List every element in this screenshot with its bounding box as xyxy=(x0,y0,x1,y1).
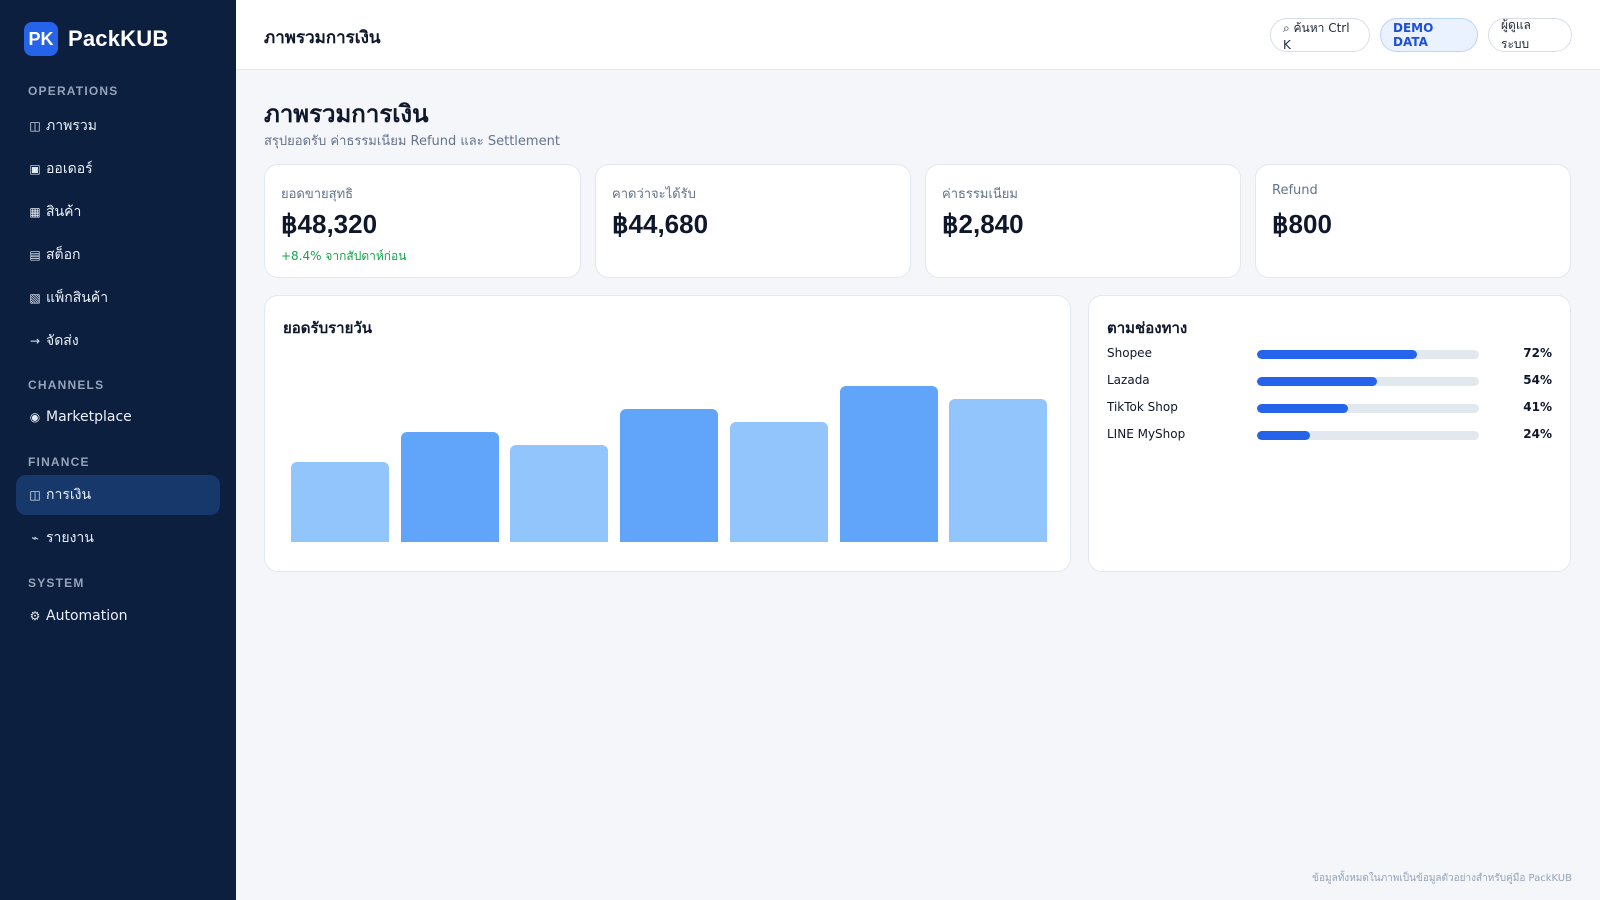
sidebar-item-stock[interactable]: ▤ สต็อก xyxy=(16,235,220,275)
kpi-value: ฿48,320 xyxy=(281,209,378,239)
bar-day-6 xyxy=(840,386,938,542)
sidebar-item-label: ออเดอร์ xyxy=(46,161,93,177)
topbar: ภาพรวมการเงิน ⌕ ค้นหา Ctrl K DEMO DATA ผ… xyxy=(236,0,1600,70)
overview-icon: ◫ xyxy=(29,119,41,133)
bar-day-3 xyxy=(510,445,608,542)
section-system: SYSTEM xyxy=(28,576,85,590)
bar-chart xyxy=(291,352,1047,542)
channel-percent: 54% xyxy=(1523,373,1552,387)
sidebar-item-label: Automation xyxy=(46,608,128,624)
kpi-card-net-sales: ยอดขายสุทธิ ฿48,320 +8.4% จากสัปดาห์ก่อน xyxy=(264,164,581,278)
user-menu-button[interactable]: ผู้ดูแลระบบ xyxy=(1488,18,1572,52)
orders-icon: ▣ xyxy=(29,162,41,176)
channel-progress-fill xyxy=(1257,431,1311,440)
kpi-label: ยอดขายสุทธิ xyxy=(281,187,354,202)
channel-progress-fill xyxy=(1257,350,1417,359)
sidebar-item-packing[interactable]: ▧ แพ็กสินค้า xyxy=(16,278,220,318)
bar-day-1 xyxy=(291,462,389,542)
section-operations: OPERATIONS xyxy=(28,84,119,98)
sidebar-item-products[interactable]: ▦ สินค้า xyxy=(16,192,220,232)
demo-data-badge[interactable]: DEMO DATA xyxy=(1380,18,1478,52)
channel-row-lazada: Lazada 54% xyxy=(1107,371,1552,391)
sidebar-item-orders[interactable]: ▣ ออเดอร์ xyxy=(16,149,220,189)
kpi-change: +8.4% จากสัปดาห์ก่อน xyxy=(281,249,407,263)
sidebar-item-label: จัดส่ง xyxy=(46,333,79,349)
finance-icon: ◫ xyxy=(29,488,41,502)
brand-name: PackKUB xyxy=(68,26,169,51)
channel-name: LINE MyShop xyxy=(1107,427,1186,441)
brand-logo: PK xyxy=(24,22,58,56)
channel-progress-bar xyxy=(1257,377,1479,386)
sidebar-item-label: ภาพรวม xyxy=(46,118,97,134)
channel-progress-bar xyxy=(1257,431,1479,440)
kpi-value: ฿800 xyxy=(1272,209,1332,239)
page-subtitle: สรุปยอดรับ ค่าธรรมเนียม Refund และ Settl… xyxy=(264,134,560,149)
channel-name: Lazada xyxy=(1107,373,1150,387)
bar-day-2 xyxy=(401,432,499,542)
kpi-label: คาดว่าจะได้รับ xyxy=(612,187,696,202)
channel-row-line-myshop: LINE MyShop 24% xyxy=(1107,425,1552,445)
sidebar-item-marketplace[interactable]: ◉ Marketplace xyxy=(16,397,220,437)
kpi-label: Refund xyxy=(1272,183,1318,198)
sidebar-item-label: แพ็กสินค้า xyxy=(46,290,109,306)
panel-title: ตามช่องทาง xyxy=(1107,319,1188,337)
search-button[interactable]: ⌕ ค้นหา Ctrl K xyxy=(1270,18,1370,52)
kpi-label: ค่าธรรมเนียม xyxy=(942,187,1018,202)
section-finance: FINANCE xyxy=(28,455,90,469)
channels-panel: ตามช่องทาง Shopee 72% Lazada 54% TikTok … xyxy=(1088,295,1571,572)
packing-icon: ▧ xyxy=(29,291,41,305)
bar-day-4 xyxy=(620,409,718,542)
kpi-value: ฿44,680 xyxy=(612,209,709,239)
channel-progress-fill xyxy=(1257,404,1349,413)
kpi-card-fees: ค่าธรรมเนียม ฿2,840 xyxy=(925,164,1241,278)
sidebar-item-label: รายงาน xyxy=(46,530,94,546)
kpi-card-expected: คาดว่าจะได้รับ ฿44,680 xyxy=(595,164,911,278)
brand[interactable]: PK PackKUB xyxy=(24,22,168,56)
panel-title: ยอดรับรายวัน xyxy=(283,319,373,337)
channel-percent: 72% xyxy=(1523,346,1552,360)
sidebar-item-label: Marketplace xyxy=(46,409,132,425)
channel-row-tiktok-shop: TikTok Shop 41% xyxy=(1107,398,1552,418)
channel-progress-bar xyxy=(1257,350,1479,359)
sidebar-item-label: สินค้า xyxy=(46,204,82,220)
bar-day-7 xyxy=(949,399,1047,542)
channel-progress-bar xyxy=(1257,404,1479,413)
marketplace-icon: ◉ xyxy=(29,410,41,424)
kpi-card-refund: Refund ฿800 xyxy=(1255,164,1571,278)
channel-row-shopee: Shopee 72% xyxy=(1107,344,1552,364)
stock-icon: ▤ xyxy=(29,248,41,262)
kpi-value: ฿2,840 xyxy=(942,209,1024,239)
sidebar-item-report[interactable]: ⌁ รายงาน xyxy=(16,518,220,558)
sidebar-item-overview[interactable]: ◫ ภาพรวม xyxy=(16,106,220,146)
topbar-title: ภาพรวมการเงิน xyxy=(264,28,381,48)
channel-name: Shopee xyxy=(1107,346,1152,360)
sidebar: PK PackKUB OPERATIONS ◫ ภาพรวม ▣ ออเดอร์… xyxy=(0,0,236,900)
footer-note: ข้อมูลทั้งหมดในภาพเป็นข้อมูลตัวอย่างสำหร… xyxy=(1312,873,1572,884)
bar-day-5 xyxy=(730,422,828,542)
channel-name: TikTok Shop xyxy=(1107,400,1178,414)
channel-progress-fill xyxy=(1257,377,1377,386)
daily-revenue-panel: ยอดรับรายวัน xyxy=(264,295,1071,572)
sidebar-item-automation[interactable]: ⚙ Automation xyxy=(16,596,220,636)
channel-percent: 41% xyxy=(1523,400,1552,414)
gear-icon: ⚙ xyxy=(29,609,41,623)
sidebar-item-shipping[interactable]: → จัดส่ง xyxy=(16,321,220,361)
shipping-arrow-icon: → xyxy=(29,334,41,348)
channel-percent: 24% xyxy=(1523,427,1552,441)
page-title: ภาพรวมการเงิน xyxy=(264,100,429,128)
section-channels: CHANNELS xyxy=(28,378,105,392)
sidebar-item-label: การเงิน xyxy=(46,487,92,503)
report-icon: ⌁ xyxy=(31,531,39,545)
products-icon: ▦ xyxy=(29,205,41,219)
sidebar-item-finance[interactable]: ◫ การเงิน xyxy=(16,475,220,515)
sidebar-item-label: สต็อก xyxy=(46,247,81,263)
